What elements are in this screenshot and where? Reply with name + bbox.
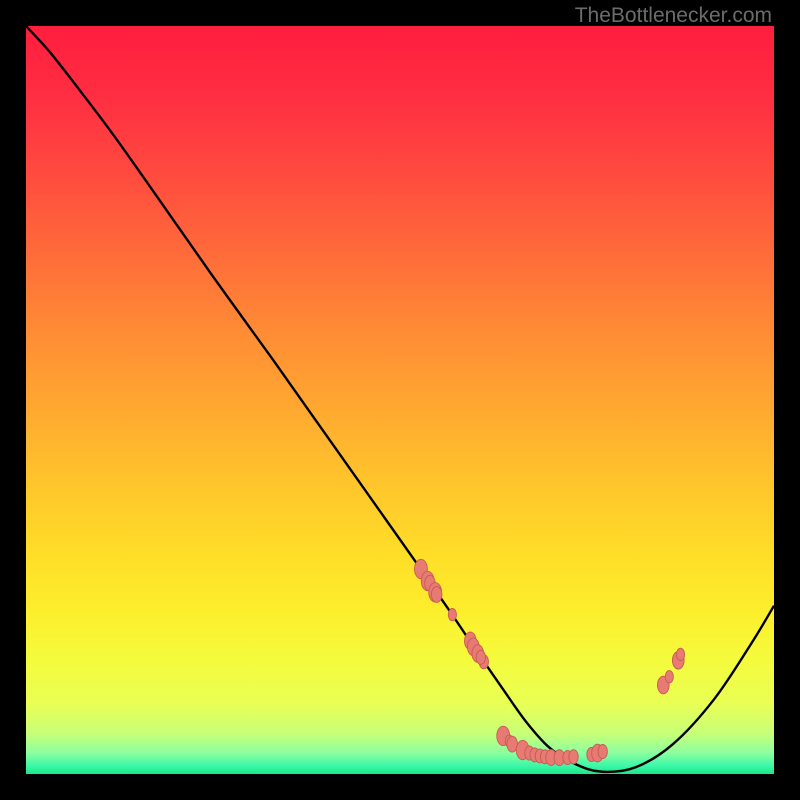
chart-frame: TheBottlenecker.com xyxy=(0,0,800,800)
data-marker xyxy=(476,650,485,664)
data-marker xyxy=(676,648,684,660)
data-marker xyxy=(569,750,578,764)
data-marker xyxy=(431,587,442,603)
plot-area xyxy=(26,26,774,774)
data-marker xyxy=(598,744,607,758)
data-marker xyxy=(665,671,673,683)
watermark-text: TheBottlenecker.com xyxy=(575,4,772,28)
bottleneck-curve xyxy=(26,26,774,774)
data-marker xyxy=(448,608,456,620)
